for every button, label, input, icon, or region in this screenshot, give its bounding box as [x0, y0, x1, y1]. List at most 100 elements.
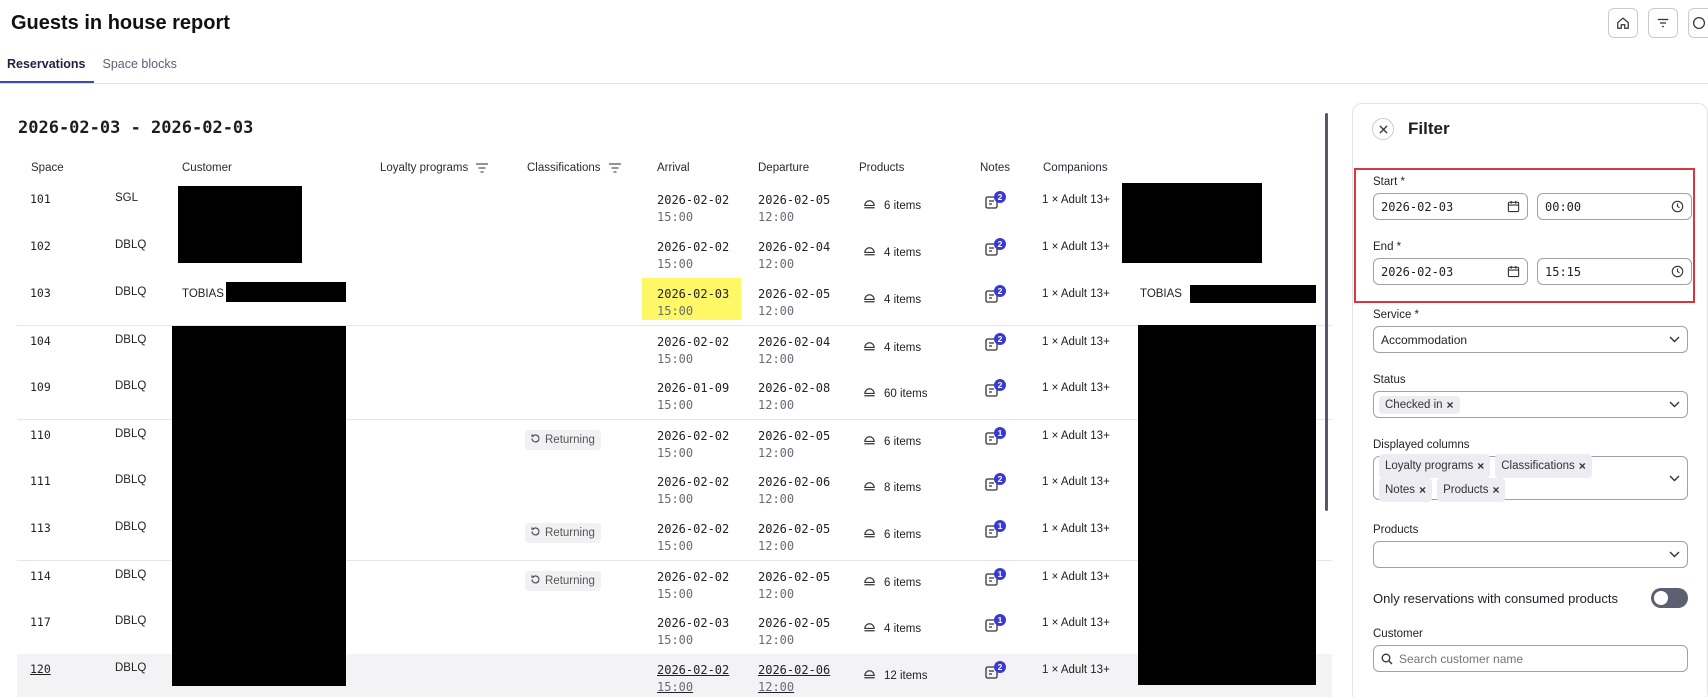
remove-chip-icon[interactable]: × — [1419, 480, 1426, 500]
products-cell[interactable]: 6 items — [863, 575, 921, 591]
notes-count-badge: 1 — [994, 427, 1006, 439]
companions-cell: 1 × Adult 13+ — [1042, 288, 1110, 300]
status-select[interactable]: Checked in × — [1373, 391, 1688, 418]
notes-button[interactable]: 2 — [984, 285, 1006, 308]
status-field: Status Checked in × — [1373, 374, 1688, 418]
column-filter-icon[interactable] — [476, 163, 489, 173]
products-cell[interactable]: 6 items — [863, 198, 921, 214]
notes-button[interactable]: 2 — [984, 238, 1006, 261]
tab-reservations[interactable]: Reservations — [0, 52, 94, 83]
home-button[interactable] — [1608, 8, 1638, 38]
notes-button[interactable]: 2 — [984, 191, 1006, 214]
products-cell[interactable]: 4 items — [863, 340, 921, 356]
notes-button[interactable]: 2 — [984, 333, 1006, 356]
returning-icon — [530, 526, 541, 540]
arrival-datetime: 2026-02-03 15:00 — [657, 616, 730, 647]
products-cell[interactable]: 4 items — [863, 292, 921, 308]
redaction-block — [1138, 325, 1316, 685]
products-select[interactable] — [1373, 541, 1688, 568]
departure-datetime: 2026-02-05 12:00 — [758, 570, 831, 601]
departure-datetime: 2026-02-05 12:00 — [758, 616, 831, 647]
column-filter-icon[interactable] — [608, 163, 621, 173]
filter-header: Filter — [1372, 118, 1450, 140]
notes-count-badge: 1 — [994, 568, 1006, 580]
service-select[interactable]: Accommodation — [1373, 326, 1688, 353]
products-icon — [863, 527, 876, 543]
departure-datetime: 2026-02-08 12:00 — [758, 381, 831, 412]
products-cell[interactable]: 8 items — [863, 480, 921, 496]
remove-chip-icon[interactable]: × — [1447, 398, 1454, 412]
products-cell[interactable]: 12 items — [863, 668, 927, 684]
notes-button[interactable]: 1 — [984, 427, 1006, 450]
products-cell[interactable]: 4 items — [863, 245, 921, 261]
customer-search-input[interactable] — [1399, 651, 1659, 666]
notes-button[interactable]: 2 — [984, 473, 1006, 496]
space-number: 104 — [30, 334, 51, 348]
space-type: DBLQ — [115, 380, 147, 392]
products-icon — [863, 621, 876, 637]
space-number[interactable]: 120 — [30, 662, 51, 676]
status-label: Status — [1373, 374, 1406, 386]
column-chip: Notes × — [1379, 478, 1433, 502]
notes-button[interactable]: 2 — [984, 661, 1006, 684]
companions-cell: 1 × Adult 13+ — [1042, 194, 1110, 206]
arrival-datetime: 2026-02-02 15:00 — [657, 663, 730, 694]
service-field: Service * Accommodation — [1373, 309, 1688, 353]
notes-count-badge: 2 — [994, 191, 1006, 203]
consumed-label: Only reservations with consumed products — [1373, 590, 1618, 606]
help-button[interactable] — [1688, 8, 1708, 38]
chevron-down-icon — [1669, 401, 1680, 408]
notes-count-badge: 1 — [994, 520, 1006, 532]
classification-badge: Returning — [525, 571, 601, 591]
remove-chip-icon[interactable]: × — [1579, 456, 1586, 476]
companions-cell: 1 × Adult 13+ — [1042, 523, 1110, 535]
columns-label: Displayed columns — [1373, 439, 1470, 451]
columns-select[interactable]: Loyalty programs × Classifications × Notes ×… — [1373, 454, 1688, 502]
customer-search[interactable] — [1373, 645, 1688, 672]
arrival-datetime: 2026-02-02 15:00 — [657, 335, 730, 366]
departure-datetime: 2026-02-06 12:00 — [758, 663, 831, 694]
search-icon — [1381, 653, 1393, 664]
notes-button[interactable]: 2 — [984, 379, 1006, 402]
col-arrival: Arrival — [657, 162, 690, 174]
consumed-toggle-row: Only reservations with consumed products — [1373, 588, 1688, 608]
col-classifications: Classifications — [527, 162, 621, 174]
departure-datetime: 2026-02-04 12:00 — [758, 240, 831, 271]
notes-button[interactable]: 1 — [984, 568, 1006, 591]
close-filter-button[interactable] — [1372, 118, 1394, 140]
tab-space-blocks[interactable]: Space blocks — [96, 52, 185, 83]
filter-button[interactable] — [1648, 8, 1678, 38]
chevron-down-icon — [1669, 551, 1680, 558]
companions-cell: 1 × Adult 13+ — [1042, 336, 1110, 348]
remove-chip-icon[interactable]: × — [1477, 456, 1484, 476]
products-icon — [863, 480, 876, 496]
consumed-toggle[interactable] — [1651, 588, 1688, 608]
column-chip: Products × — [1437, 478, 1506, 502]
notes-button[interactable]: 1 — [984, 520, 1006, 543]
notes-count-badge: 2 — [994, 661, 1006, 673]
companions-cell: 1 × Adult 13+ — [1042, 617, 1110, 629]
departure-datetime: 2026-02-05 12:00 — [758, 522, 831, 553]
companions-cell: 1 × Adult 13+ — [1042, 241, 1110, 253]
products-cell[interactable]: 6 items — [863, 434, 921, 450]
products-cell[interactable]: 4 items — [863, 621, 921, 637]
col-loyalty: Loyalty programs — [380, 162, 489, 174]
remove-chip-icon[interactable]: × — [1492, 480, 1499, 500]
space-type: DBLQ — [115, 286, 147, 298]
space-number: 110 — [30, 428, 51, 442]
products-field: Products — [1373, 524, 1688, 568]
chevron-down-icon — [1669, 336, 1680, 343]
table-scrollbar[interactable] — [1325, 113, 1328, 511]
products-cell[interactable]: 60 items — [863, 386, 927, 402]
redaction-block — [178, 186, 302, 263]
date-range-heading: 2026-02-03 - 2026-02-03 — [18, 118, 254, 138]
col-departure: Departure — [758, 162, 810, 174]
products-icon — [863, 198, 876, 214]
table-row[interactable]: 103 DBLQ TOBIAS 2026-02-03 15:00 2026-02-05 12… — [17, 278, 1332, 325]
col-space: Space — [31, 162, 64, 174]
service-label: Service * — [1373, 309, 1420, 321]
products-cell[interactable]: 6 items — [863, 527, 921, 543]
notes-button[interactable]: 1 — [984, 614, 1006, 637]
col-companions: Companions — [1043, 162, 1108, 174]
notes-count-badge: 2 — [994, 285, 1006, 297]
